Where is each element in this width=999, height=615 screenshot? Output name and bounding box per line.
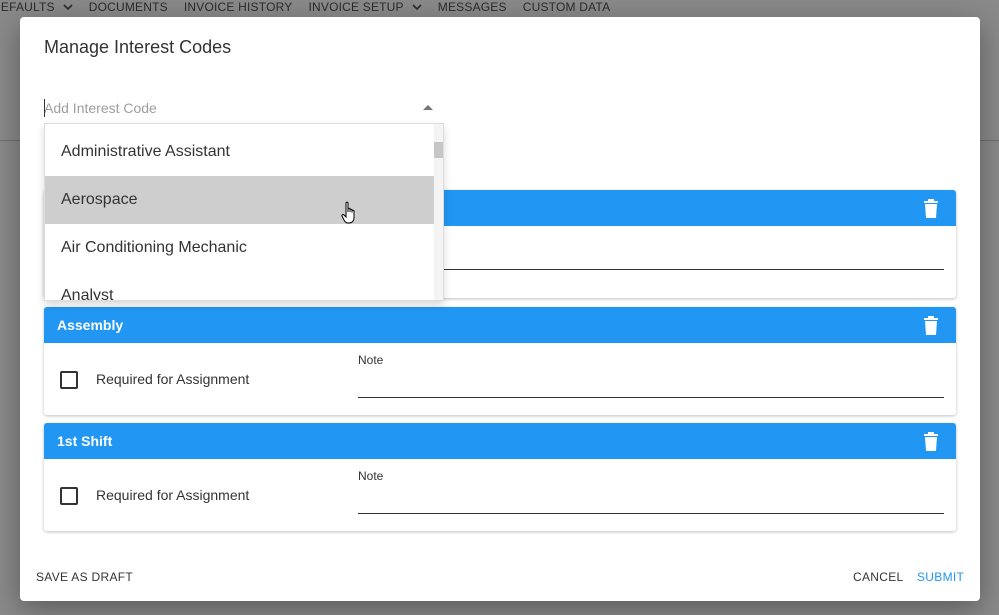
required-checkbox-label: Required for Assignment (96, 371, 250, 387)
add-interest-code-input[interactable] (44, 97, 414, 119)
trash-icon[interactable] (923, 432, 939, 451)
option-label: Air Conditioning Mechanic (61, 239, 247, 256)
card-header: 1st Shift (44, 423, 956, 459)
submit-button[interactable]: SUBMIT (917, 570, 964, 584)
option-air-conditioning-mechanic[interactable]: Air Conditioning Mechanic (45, 224, 434, 272)
nav-invoice-setup: INVOICE SETUP (308, 0, 422, 14)
nav-messages-label: MESSAGES (437, 0, 507, 14)
nav-documents: DOCUMENTS (89, 0, 168, 14)
trash-icon[interactable] (923, 316, 939, 335)
nav-messages: MESSAGES (438, 0, 507, 14)
option-aerospace[interactable]: Aerospace (45, 176, 434, 224)
option-analyst[interactable]: Analyst (45, 272, 434, 301)
note-input[interactable] (358, 245, 944, 270)
nav-defaults: DEFAULTS (0, 0, 73, 14)
nav-invoice-history-label: INVOICE HISTORY (183, 0, 293, 14)
text-caret (44, 99, 45, 117)
nav-custom-data: CUSTOM DATA (523, 0, 611, 14)
nav-invoice-setup-label: INVOICE SETUP (308, 0, 404, 14)
dialog-title: Manage Interest Codes (44, 37, 232, 57)
background-nav: DEFAULTS DOCUMENTS INVOICE HISTORY INVOI… (0, 0, 999, 14)
trash-icon[interactable] (923, 199, 939, 218)
required-checkbox-label: Required for Assignment (96, 487, 250, 503)
chevron-down-icon (63, 4, 73, 10)
note-input[interactable] (358, 489, 944, 514)
interest-code-card-1st-shift: 1st Shift Required for Assignment Note (44, 423, 956, 531)
manage-interest-codes-dialog: Manage Interest Codes Administrative Ass… (20, 17, 980, 601)
hand-cursor-icon (341, 201, 355, 224)
option-label: Aerospace (61, 191, 138, 208)
nav-custom-data-label: CUSTOM DATA (522, 0, 611, 14)
note-label: Note (358, 469, 384, 483)
card-body: Required for Assignment Note (44, 343, 956, 415)
dropdown-scroll-thumb[interactable] (434, 142, 443, 158)
card-header: Assembly (44, 307, 956, 343)
option-label: Administrative Assistant (61, 143, 230, 160)
card-title: 1st Shift (57, 433, 113, 449)
add-interest-code-combobox[interactable] (44, 97, 443, 124)
interest-code-card-assembly: Assembly Required for Assignment Note (44, 307, 956, 415)
option-label: Analyst (61, 287, 114, 301)
save-as-draft-button[interactable]: SAVE AS DRAFT (36, 570, 133, 584)
cancel-button[interactable]: CANCEL (853, 570, 903, 584)
card-body: Required for Assignment Note (44, 459, 956, 531)
dropdown-scrollbar[interactable] (434, 124, 443, 300)
interest-code-dropdown: Administrative Assistant Aerospace Air C… (44, 123, 444, 301)
note-input[interactable] (358, 373, 944, 398)
note-label: Note (358, 353, 384, 367)
option-administrative-assistant[interactable]: Administrative Assistant (45, 128, 434, 176)
required-checkbox[interactable] (60, 371, 78, 389)
nav-defaults-label: DEFAULTS (0, 0, 55, 14)
required-checkbox[interactable] (60, 487, 78, 505)
caret-up-icon[interactable] (423, 105, 433, 110)
nav-invoice-history: INVOICE HISTORY (184, 0, 293, 14)
chevron-down-icon (412, 4, 422, 10)
nav-documents-label: DOCUMENTS (88, 0, 168, 14)
card-title: Assembly (57, 317, 124, 333)
